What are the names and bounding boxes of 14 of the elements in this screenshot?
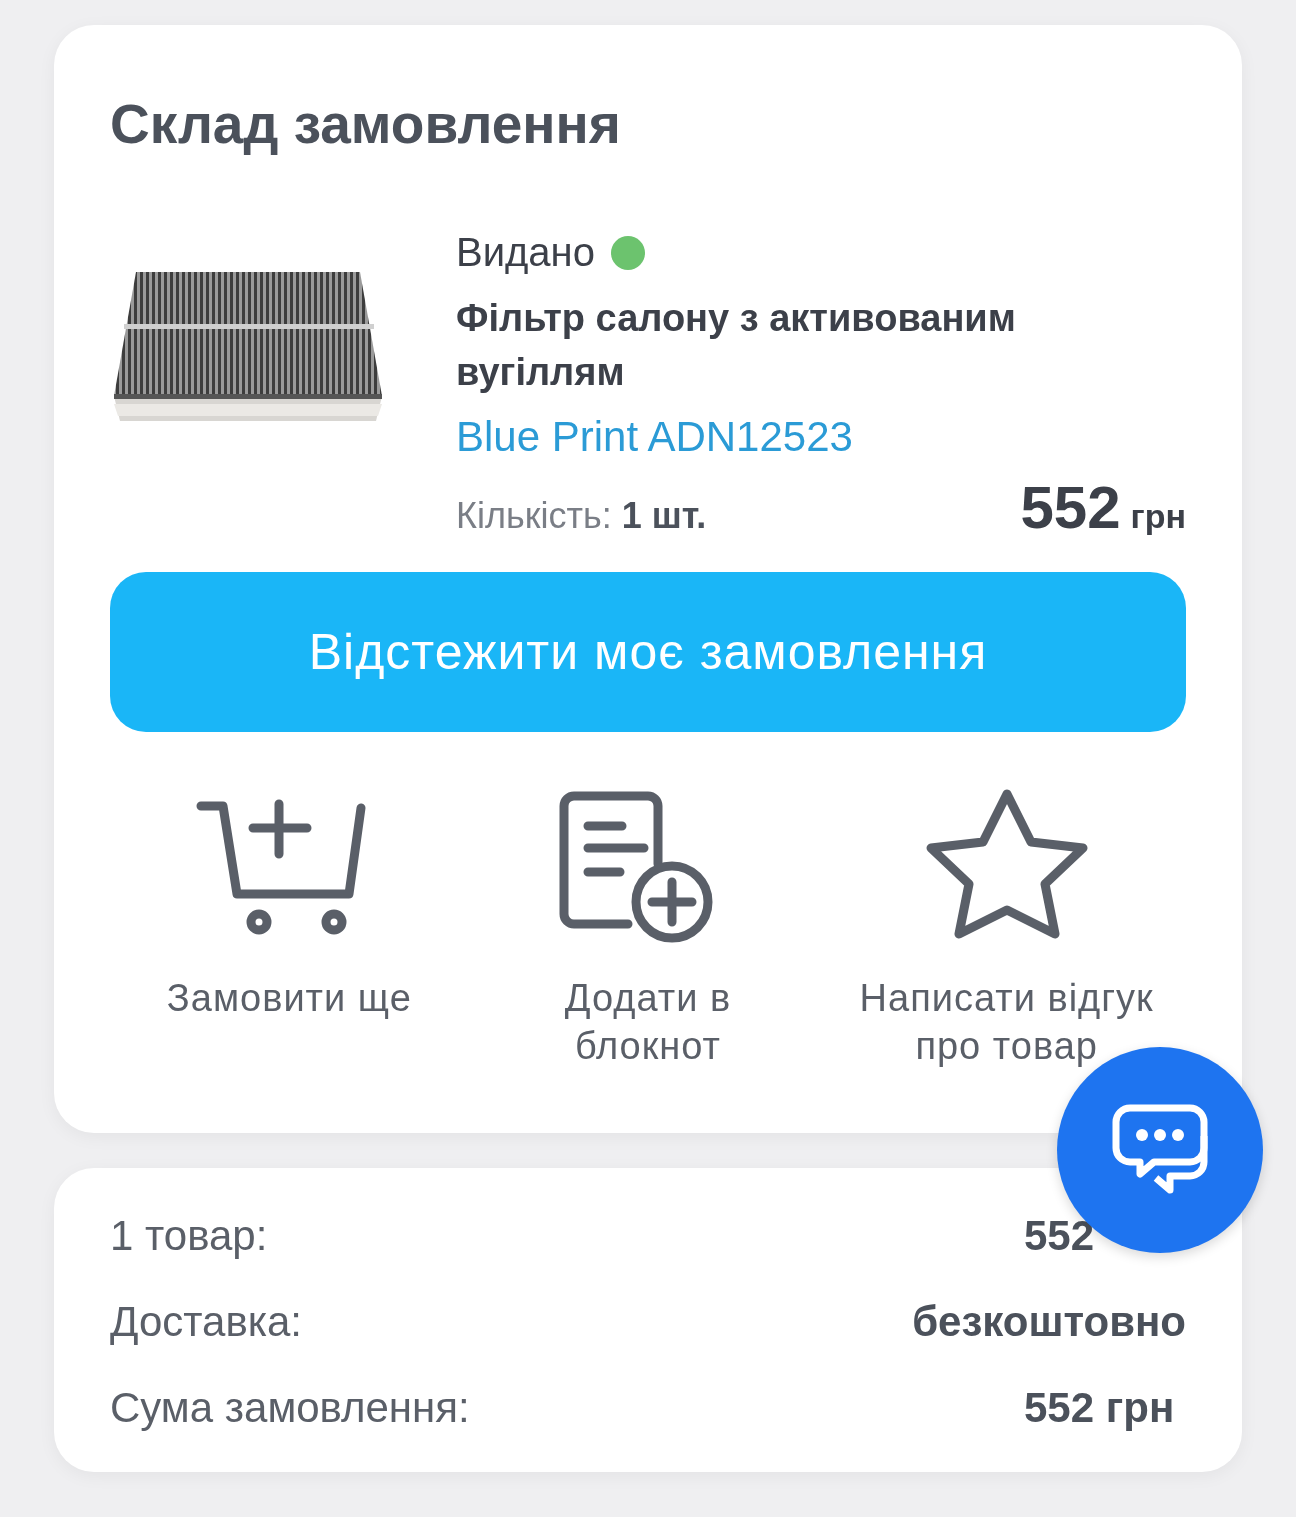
summary-value: 552 грн (1024, 1384, 1176, 1432)
summary-label: Сума замовлення: (110, 1384, 470, 1432)
action-button[interactable]: Написати відгук про товар (827, 784, 1186, 1070)
status-label: Видано (456, 230, 595, 275)
summary-value: безкоштовно (912, 1298, 1186, 1346)
action-button[interactable]: Замовити ще (110, 784, 469, 1070)
product-name: Фільтр салону з активованим вугіллям (456, 296, 1017, 395)
action-button[interactable]: Додати в блокнот (468, 784, 828, 1070)
summary-label: Доставка: (110, 1298, 303, 1346)
summary-value: 552 (1024, 1212, 1096, 1260)
summary-label: 1 товар: (110, 1212, 268, 1260)
quantity-text: Кількість: 1 шт. (456, 495, 707, 537)
currency-text: грн (1130, 497, 1186, 536)
price-value: 552 (1020, 473, 1121, 542)
